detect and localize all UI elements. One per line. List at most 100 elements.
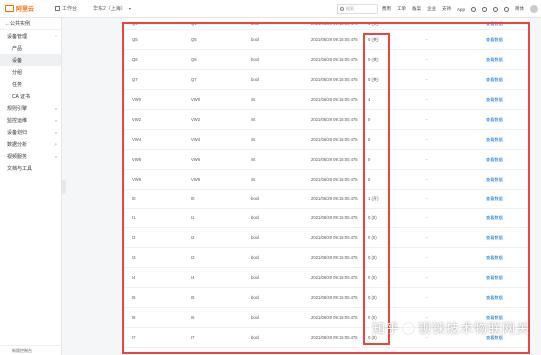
sidebar-item-docs-tools[interactable]: 文档与工具	[0, 162, 61, 174]
sidebar-item-label: 设备划归	[7, 129, 28, 136]
cell-identifier: Q4	[132, 21, 138, 26]
table-row: VW4 VW4 int 2021/06/29 09:15:00.475 0 - …	[124, 130, 528, 150]
sidebar-item-jobs[interactable]: 任务	[0, 78, 61, 90]
terminal-icon[interactable]	[471, 6, 477, 12]
cell-datatype: int	[251, 117, 256, 122]
cell-datatype: bool	[251, 295, 259, 300]
view-data-link[interactable]: 查看数据	[486, 275, 503, 281]
sidebar-item-label: 任务	[12, 81, 23, 88]
logo[interactable]: 阿里云	[5, 4, 45, 13]
sidebar-item-video[interactable]: 视频服务 v	[0, 150, 61, 162]
view-data-link[interactable]: 查看数据	[486, 157, 503, 163]
table-row: Q6 Q6 bool 2021/06/29 09:15:00.475 0 (关)…	[124, 50, 528, 70]
aliyun-logo-icon	[5, 5, 14, 12]
cell-value: 4	[368, 97, 371, 102]
cell-timestamp: 2021/06/29 09:15:00.475	[311, 117, 358, 122]
cell-name: I0	[191, 196, 195, 201]
view-data-link[interactable]: 查看数据	[486, 137, 503, 143]
view-data-link[interactable]: 查看数据	[486, 37, 503, 43]
sidebar-item-devices[interactable]: 设备	[0, 54, 61, 66]
cell-desc: -	[426, 275, 428, 280]
view-data-link[interactable]: 查看数据	[486, 215, 503, 221]
view-data-link[interactable]: 查看数据	[486, 57, 503, 63]
cell-datatype: bool	[251, 275, 259, 280]
top-bar: 阿里云 工作台 华东2（上海） ▾ 搜索 费用 工单 备案 企业 支持 App …	[0, 0, 541, 18]
cell-desc: -	[426, 235, 428, 240]
table-row: VW2 VW2 int 2021/06/29 09:15:00.475 0 - …	[124, 110, 528, 130]
cell-datatype: bool	[251, 335, 259, 340]
cell-desc: -	[426, 177, 428, 182]
view-data-link[interactable]: 查看数据	[486, 77, 503, 83]
cell-desc: -	[426, 37, 428, 42]
sidebar-item-device-management[interactable]: 设备管理 ^	[0, 30, 61, 42]
cell-datatype: int	[251, 177, 256, 182]
cell-desc: -	[426, 295, 428, 300]
cart-icon[interactable]	[493, 6, 499, 12]
sidebar-item-label: 产品	[12, 45, 23, 52]
cell-identifier: Q7	[132, 77, 138, 82]
nav-item-fees[interactable]: 费用	[382, 6, 391, 12]
nav-item-support[interactable]: 支持	[442, 6, 451, 12]
cell-timestamp: 2021/06/29 09:15:00.475	[311, 37, 358, 42]
cell-value: 0 (关)	[368, 76, 379, 82]
cell-desc: -	[426, 137, 428, 142]
cell-name: VW0	[191, 97, 201, 102]
table-row: I4 I4 bool 2021/06/29 09:15:00.475 0 (0)…	[124, 268, 528, 288]
back-link[interactable]: ← 公共实例	[0, 18, 61, 30]
table-row: I0 I0 bool 2021/06/29 09:15:00.475 1 (开)…	[124, 189, 528, 209]
cell-name: VW6	[191, 157, 201, 162]
search-icon	[340, 7, 344, 11]
view-data-link[interactable]: 查看数据	[486, 235, 503, 241]
view-data-link[interactable]: 查看数据	[486, 177, 503, 183]
nav-item-tickets[interactable]: 工单	[397, 6, 406, 12]
sidebar-item-label: 数据分析	[7, 141, 28, 148]
workbench-link[interactable]: 工作台	[55, 5, 77, 12]
cell-datatype: bool	[251, 235, 259, 240]
cell-name: I7	[191, 335, 195, 340]
workbench-label: 工作台	[62, 6, 78, 12]
table-row: VW8 VW8 int 2021/06/29 09:15:00.475 0 - …	[124, 170, 528, 190]
cell-datatype: int	[251, 157, 256, 162]
cell-timestamp: 2021/06/29 09:15:00.475	[311, 77, 358, 82]
cell-identifier: I3	[132, 255, 136, 260]
cell-datatype: bool	[251, 255, 259, 260]
sidebar-item-groups[interactable]: 分组	[0, 66, 61, 78]
nav-item-app[interactable]: App	[457, 7, 465, 12]
chevron-down-icon: ▾	[128, 6, 131, 11]
sidebar-item-device-assign[interactable]: 设备划归 v	[0, 126, 61, 138]
region-selector[interactable]: 华东2（上海） ▾	[93, 5, 131, 12]
cell-desc: -	[426, 77, 428, 82]
cell-value: 0 (0)	[368, 255, 377, 260]
cell-value: 0	[368, 117, 371, 122]
chevron-down-icon: v	[55, 117, 57, 123]
language-switch[interactable]: 简体	[515, 6, 524, 12]
sidebar-item-ca-certs[interactable]: CA 证书	[0, 90, 61, 102]
cell-identifier: I1	[132, 215, 136, 220]
sidebar-item-monitoring[interactable]: 监控运维 v	[0, 114, 61, 126]
sidebar-item-rules-engine[interactable]: 规则引擎 v	[0, 102, 61, 114]
view-data-link[interactable]: 查看数据	[486, 117, 503, 123]
help-icon[interactable]	[504, 6, 510, 12]
view-data-link[interactable]: 查看数据	[486, 196, 503, 202]
sidebar-item-data-analysis[interactable]: 数据分析 ↗	[0, 138, 61, 150]
avatar[interactable]	[530, 5, 539, 13]
sidebar-item-products[interactable]: 产品	[0, 42, 61, 54]
sidebar-item-label: 视频服务	[7, 153, 28, 160]
cell-name: I2	[191, 235, 195, 240]
view-data-link[interactable]: 查看数据	[486, 255, 503, 261]
watermark: 知乎 钡铼技术物联网关	[372, 318, 530, 337]
view-data-link[interactable]: 查看数据	[486, 295, 503, 301]
cell-name: Q7	[191, 77, 197, 82]
cell-desc: -	[426, 21, 428, 26]
sidebar-collapse-handle[interactable]	[62, 180, 66, 194]
sidebar-item-label: 设备	[12, 57, 23, 64]
sidebar-footer[interactable]: 新版控制台	[0, 345, 62, 355]
view-data-link[interactable]: 查看数据	[486, 97, 503, 103]
sidebar: ← 公共实例 设备管理 ^ 产品 设备 分组 任务 CA 证书 规则引擎 v 监控…	[0, 18, 62, 355]
nav-item-filing[interactable]: 备案	[412, 6, 421, 12]
bell-icon[interactable]	[482, 6, 488, 12]
table-row: I3 I3 bool 2021/06/29 09:15:00.475 0 (0)…	[124, 248, 528, 268]
search-input[interactable]: 搜索	[337, 4, 378, 14]
nav-item-enterprise[interactable]: 企业	[427, 6, 436, 12]
view-data-link[interactable]: 查看数据	[486, 21, 503, 27]
